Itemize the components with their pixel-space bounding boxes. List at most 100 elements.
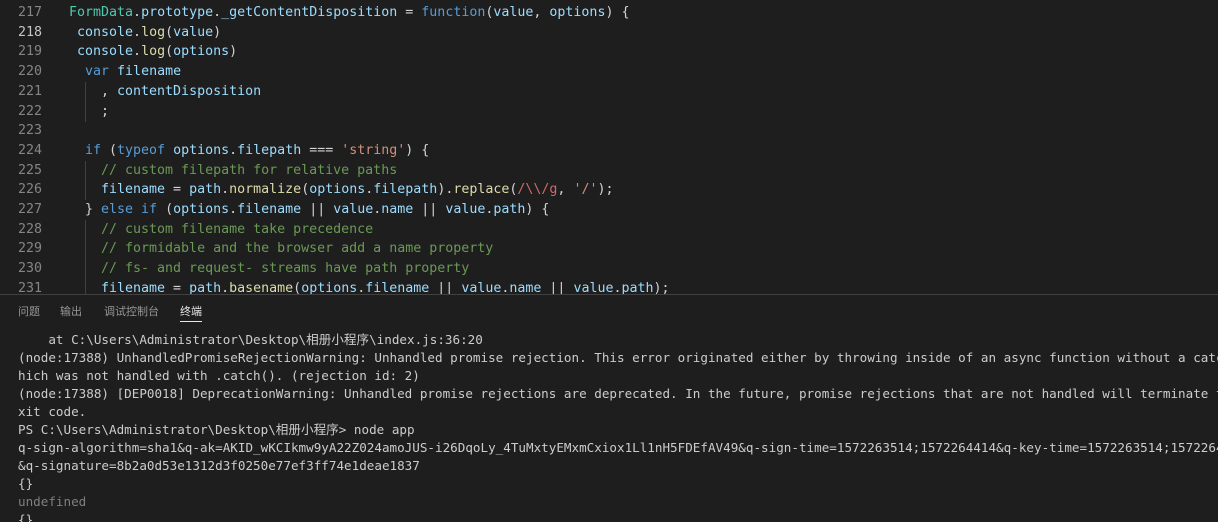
code-text: FormData.prototype._getContentDispositio… [69,3,629,23]
line-number: 217 [17,5,42,20]
code-token: // fs- and request- streams have path pr… [101,261,470,277]
code-token: console [77,44,134,60]
code-token: filepath [373,182,438,198]
code-token: 'string' [341,142,406,158]
line-number: 226 [17,182,42,198]
line-number: 229 [17,241,42,257]
code-line[interactable]: 223 [0,121,1218,141]
code-token: ( [301,182,310,198]
code-text: filename = path.normalize(options.filepa… [101,180,613,200]
code-token: options [309,182,366,198]
code-line[interactable]: 229 // formidable and the browser add a n… [0,239,1218,260]
terminal-line: xit code. [18,404,87,419]
code-text: var filename [85,62,181,82]
code-token: . [133,24,142,40]
code-token: path [493,202,526,217]
terminal-line: PS C:\Users\Administrator\Desktop\相册小程序>… [18,422,415,437]
code-token: normalize [229,182,302,198]
code-line[interactable]: 220 var filename [0,62,1218,82]
code-token: path [621,280,654,294]
code-token: value [461,280,502,294]
code-token: || [301,202,334,217]
code-token: filename [365,280,430,294]
code-token: || [413,202,446,217]
code-token: , [533,5,550,20]
code-token: /\\/g [517,182,558,198]
code-token: value [573,280,614,294]
tab-terminal[interactable]: 终端 [180,295,202,329]
code-token: options [173,142,230,158]
code-line[interactable]: 224 if (typeof options.filepath === 'stri… [0,141,1218,161]
tab-problems[interactable]: 问题 [18,295,40,329]
code-token: _getContentDisposition [221,5,398,20]
code-text: if (typeof options.filepath === 'string'… [85,141,429,161]
code-token: name [509,280,542,294]
code-text: filename = path.basename(options.filenam… [101,279,670,294]
code-token: ); [597,182,614,198]
bottom-panel: 问题 输出 调试控制台 终端 at C:\Users\Administrator… [0,294,1218,522]
line-number: 218 [17,24,42,40]
code-line[interactable]: 230 // fs- and request- streams have path… [0,259,1218,280]
line-number: 221 [17,83,42,99]
code-token: ( [101,142,118,158]
code-line[interactable]: 219 console.log(options) [0,42,1218,62]
code-line[interactable]: 226 filename = path.normalize(options.fil… [0,180,1218,201]
code-token: // formidable and the browser add a name… [101,241,494,257]
code-token: ); [653,280,670,294]
code-token: ( [293,280,302,294]
line-number: 230 [17,261,42,277]
code-token: value [445,202,486,217]
code-token: value [493,5,534,20]
tab-debug-console[interactable]: 调试控制台 [104,295,159,329]
terminal-line: (node:17388) UnhandledPromiseRejectionWa… [18,350,1218,365]
line-number: 225 [17,162,42,178]
code-editor[interactable]: 217 FormData.prototype._getContentDisposi… [0,0,1218,294]
indent-guide [85,81,86,102]
code-token: if [85,142,102,158]
code-token: path [189,182,222,198]
code-token: } [85,202,102,217]
tab-output[interactable]: 输出 [60,295,82,329]
code-text: } else if (options.filename || value.nam… [85,200,549,220]
code-token: filename [101,280,166,294]
code-token: === [301,142,342,158]
code-token: filename [117,64,182,80]
code-token: ; [101,103,110,119]
line-number: 228 [17,221,42,237]
code-token: contentDisposition [117,83,262,99]
code-token: || [429,280,462,294]
code-token: ( [157,202,174,217]
line-number: 220 [17,64,42,80]
code-token: function [421,5,486,20]
code-token: ) [213,24,222,40]
code-token: . [229,202,238,217]
terminal-output[interactable]: at C:\Users\Administrator\Desktop\相册小程序\… [18,331,1218,522]
code-token: = [397,5,422,20]
code-line[interactable]: 217 FormData.prototype._getContentDisposi… [0,3,1218,23]
code-token: . [221,280,230,294]
code-line[interactable]: 231 filename = path.basename(options.file… [0,278,1218,294]
panel-tabs: 问题 输出 调试控制台 终端 [0,295,1218,329]
indent-guide [85,259,86,280]
terminal-line: at C:\Users\Administrator\Desktop\相册小程序\… [18,332,483,347]
line-number: 219 [17,44,42,60]
code-line[interactable]: 218 console.log(value) [0,23,1218,43]
code-token: . [133,44,142,60]
indent-guide [85,180,86,201]
code-line[interactable]: 227} else if (options.filename || value.… [0,200,1218,220]
code-token: prototype [141,5,214,20]
code-line[interactable]: 228 // custom filename take precedence [0,219,1218,240]
indent-guide [85,278,86,294]
code-token: else if [101,202,158,217]
code-token: typeof [117,142,166,158]
code-line[interactable]: 221, contentDisposition [0,81,1218,102]
code-line[interactable]: 222; [0,101,1218,122]
code-token: options [173,44,230,60]
code-token: options [301,280,358,294]
code-token: replace [453,182,510,198]
code-text: console.log(value) [77,23,221,43]
code-line[interactable]: 225 // custom filepath for relative paths [0,160,1218,181]
line-number: 222 [17,103,42,119]
